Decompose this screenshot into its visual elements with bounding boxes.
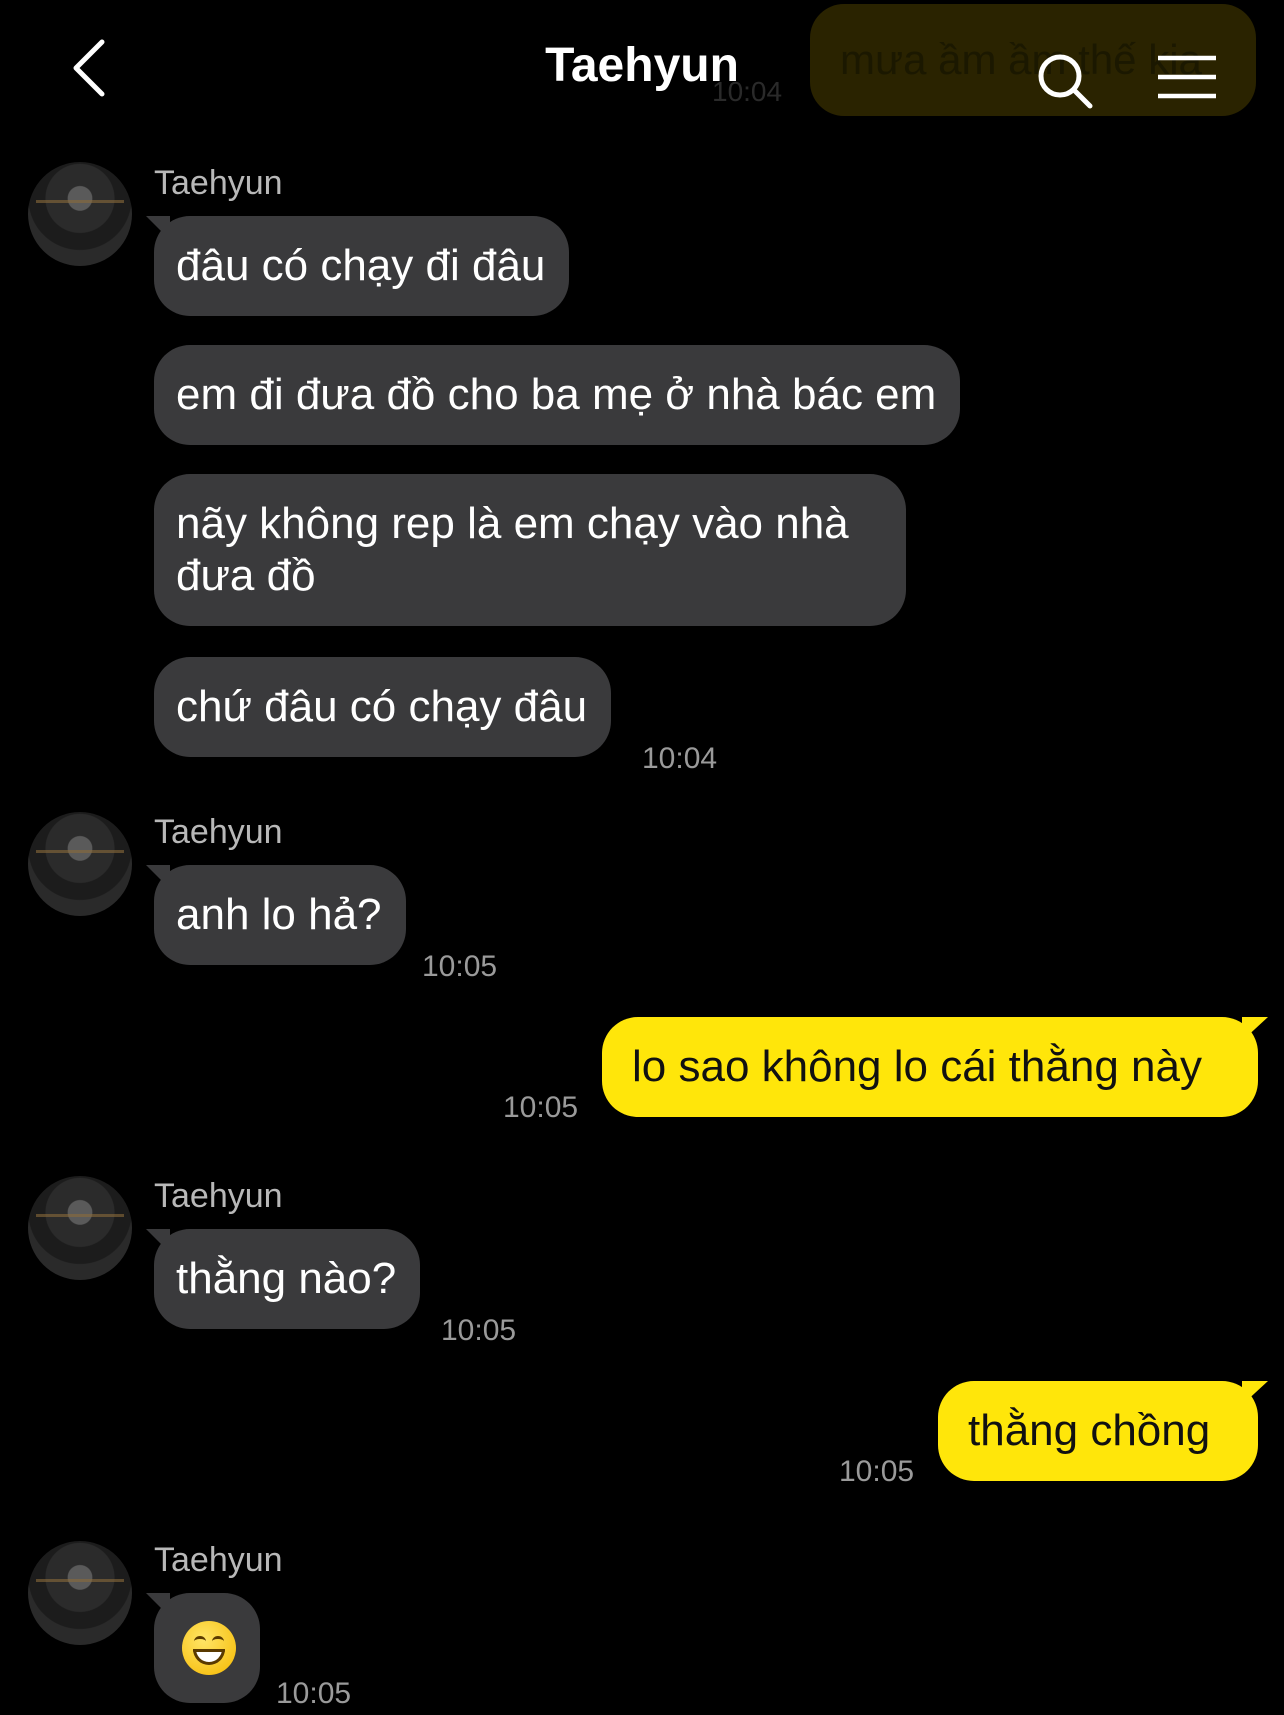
incoming-emoji-message[interactable] (154, 1593, 260, 1703)
avatar[interactable] (28, 1176, 132, 1280)
incoming-message[interactable]: đâu có chạy đi đâu (154, 216, 570, 316)
avatar[interactable] (28, 162, 132, 266)
outgoing-message[interactable]: lo sao không lo cái thằng này (602, 1017, 1258, 1117)
grinning-emoji-icon (182, 1621, 236, 1675)
incoming-message[interactable]: chứ đâu có chạy đâu (154, 657, 612, 757)
message-time: 10:05 (503, 1091, 579, 1124)
menu-icon[interactable] (1156, 54, 1218, 100)
sender-name: Taehyun (154, 1177, 283, 1215)
incoming-message[interactable]: nãy không rep là em chạy vào nhà đưa đồ (154, 474, 906, 626)
sender-name: Taehyun (154, 1541, 283, 1579)
outgoing-message[interactable]: thằng chồng (938, 1381, 1258, 1481)
sender-name: Taehyun (154, 813, 283, 851)
message-time: 10:05 (839, 1455, 915, 1488)
avatar[interactable] (28, 812, 132, 916)
incoming-message[interactable]: thằng nào? (154, 1229, 421, 1329)
incoming-message[interactable]: anh lo hả? (154, 865, 406, 965)
incoming-message[interactable]: em đi đưa đồ cho ba mẹ ở nhà bác em (154, 345, 961, 445)
chat-header: mưa ầm ầm thế kia 10:04 Taehyun (0, 0, 1284, 130)
search-icon[interactable] (1034, 50, 1094, 110)
message-time: 10:05 (441, 1314, 517, 1347)
avatar[interactable] (28, 1541, 132, 1645)
message-time: 10:05 (276, 1677, 352, 1710)
message-time: 10:05 (422, 950, 498, 983)
message-time: 10:04 (642, 742, 718, 775)
sender-name: Taehyun (154, 164, 283, 202)
